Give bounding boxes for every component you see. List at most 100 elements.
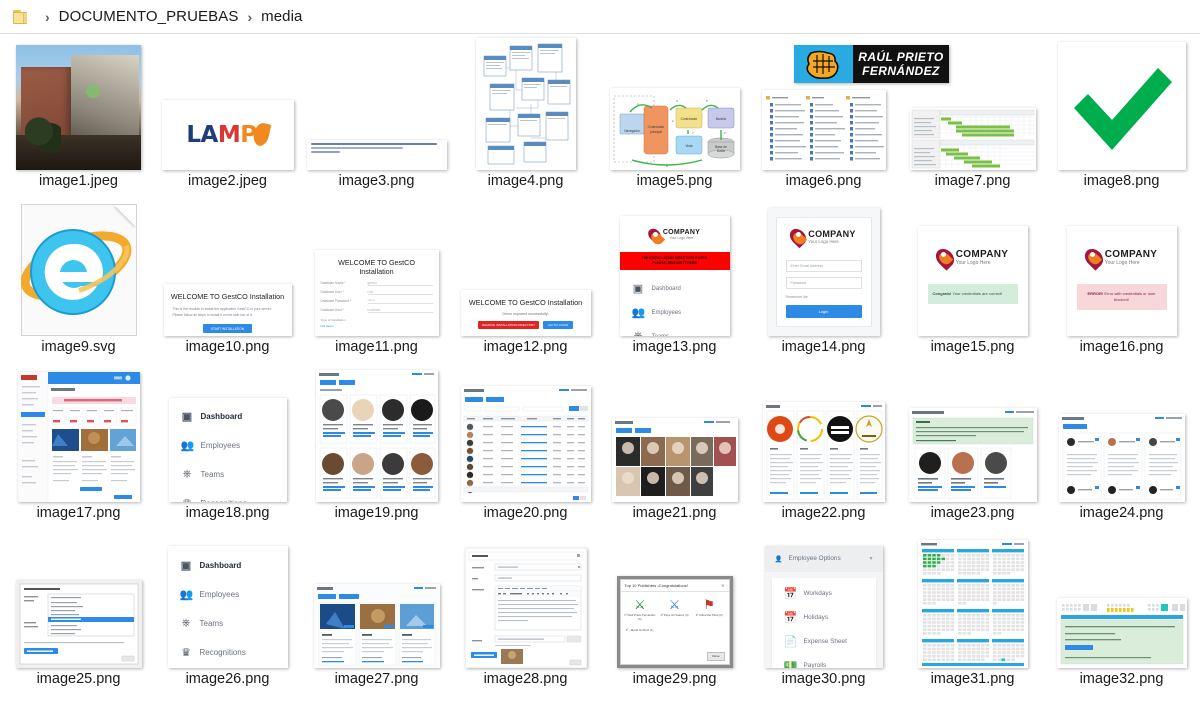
thumbnail-image29[interactable]: Top 10 Publishers ¡Congratulations! ✕ ⚔ … (600, 534, 749, 672)
thumbnail-image1[interactable] (4, 36, 153, 174)
thumbnail-image17[interactable] (4, 368, 153, 506)
file-item-image18[interactable]: ▣ Dashboard 👥 Employees ⎈ Teams ♛ Recogn… (153, 368, 302, 534)
file-item-image12[interactable]: WELCOME TO GestCO Installation Demo impo… (451, 202, 600, 368)
thumbnail-image30[interactable]: 👤 Employee Options ▾ 📅 Workdays 📅 Holida… (749, 534, 898, 672)
file-item-image13[interactable]: COMPANY Your Logo Here THE INSTALLATION … (600, 202, 749, 368)
remember-me-checkbox[interactable]: Remember Me (786, 295, 862, 299)
chevron-down-icon[interactable]: ▾ (869, 555, 872, 562)
login-button[interactable]: Login (786, 305, 862, 318)
options-menu-thumbnail: 👤 Employee Options ▾ 📅 Workdays 📅 Holida… (765, 546, 883, 668)
file-item-image8[interactable]: image8.png (1047, 36, 1196, 202)
thumbnail-image21[interactable] (600, 368, 749, 506)
thumbnail-image20[interactable] (451, 368, 600, 506)
close-icon[interactable]: ✕ (721, 583, 724, 588)
email-field[interactable]: Enter Email Address (786, 260, 862, 272)
file-item-image14[interactable]: COMPANY Your Logo Here Enter Email Addre… (749, 202, 898, 368)
remove-installation-directory-button[interactable]: REMOVE INSTALLATION DIRECTORY (478, 321, 539, 329)
thumbnail-image16[interactable]: COMPANY Your Logo Here ERROR! Error with… (1047, 202, 1196, 340)
installation-directory-warning[interactable]: THE INSTALLATION DIRECTORY EXISTS PLEASE… (620, 252, 730, 271)
thumbnail-image13[interactable]: COMPANY Your Logo Here THE INSTALLATION … (600, 202, 749, 340)
menu-item-workdays: Workdays (804, 590, 832, 597)
file-item-image31[interactable]: image31.png (898, 534, 1047, 700)
menu-item-holidays: Holidays (804, 614, 829, 621)
thumbnail-image3[interactable] (302, 36, 451, 174)
thumbnail-image12[interactable]: WELCOME TO GestCO Installation Demo impo… (451, 202, 600, 340)
thumbnail-image27[interactable] (302, 534, 451, 672)
file-item-image25[interactable]: image25.png (4, 534, 153, 700)
file-item-image4[interactable]: image4.png (451, 36, 600, 202)
news-form-thumbnail (465, 548, 587, 668)
file-label: image13.png (633, 340, 717, 369)
employees-icon: 👥 (181, 439, 194, 452)
file-label: image11.png (335, 340, 418, 369)
file-item-image20[interactable]: image20.png (451, 368, 600, 534)
field-label-db-host: Database Host * (321, 308, 368, 313)
file-label: image28.png (484, 672, 568, 701)
close-button[interactable]: Close (707, 652, 725, 661)
thumbnail-image19[interactable] (302, 368, 451, 506)
file-item-image16[interactable]: COMPANY Your Logo Here ERROR! Error with… (1047, 202, 1196, 368)
file-item-image15[interactable]: COMPANY Your Logo Here Congrats! Your cr… (898, 202, 1047, 368)
file-item-image23[interactable]: image23.png (898, 368, 1047, 534)
file-item-image28[interactable]: image28.png (451, 534, 600, 700)
file-item-image32[interactable]: image32.png (1047, 534, 1196, 700)
employee-options-header: Employee Options (788, 555, 840, 562)
file-item-image21[interactable]: image21.png (600, 368, 749, 534)
file-item-image9[interactable]: image9.svg (4, 202, 153, 368)
file-item-image19[interactable]: image19.png (302, 368, 451, 534)
thumbnail-image18[interactable]: ▣ Dashboard 👥 Employees ⎈ Teams ♛ Recogn… (153, 368, 302, 506)
fourth-place-label: 4º - María Gil Ruiz (1) (621, 623, 729, 637)
sidebar-item-employees-label: Employees (652, 310, 682, 316)
gantt-thumbnail (910, 108, 1036, 170)
file-item-image17[interactable]: image17.png (4, 368, 153, 534)
file-item-image2[interactable]: LAMP Linux Apache MySQL PHP image2.jpeg (153, 36, 302, 202)
install-type-radio[interactable]: Full demo (321, 324, 433, 328)
file-label: image9.svg (41, 340, 115, 369)
trophy-gold-icon: ⚔ (623, 598, 656, 611)
field-value-db-host[interactable]: localhost (368, 308, 433, 313)
file-item-image11[interactable]: WELCOME TO GestCO Installation Database … (302, 202, 451, 368)
field-value-db-name[interactable]: gestco (368, 281, 433, 286)
thumbnail-image28[interactable] (451, 534, 600, 672)
thumbnail-image23[interactable] (898, 368, 1047, 506)
teams-icon: ⎈ (181, 468, 194, 481)
svg-text:Datos: Datos (716, 149, 725, 153)
thumbnail-image22[interactable] (749, 368, 898, 506)
svg-text:Navegador: Navegador (624, 129, 641, 133)
thumbnail-image32[interactable] (1047, 534, 1196, 672)
file-item-image29[interactable]: Top 10 Publishers ¡Congratulations! ✕ ⚔ … (600, 534, 749, 700)
file-item-image10[interactable]: WELCOME TO GestCO Installation This is t… (153, 202, 302, 368)
file-label: image23.png (931, 506, 1015, 535)
file-item-image22[interactable]: image22.png (749, 368, 898, 534)
thumbnail-image5[interactable]: Navegador Controladorprincipal Controlad… (600, 36, 749, 174)
breadcrumb-crumb-documento-pruebas[interactable]: DOCUMENTO_PRUEBAS (59, 8, 239, 25)
thumbnail-image4[interactable] (451, 36, 600, 174)
password-field[interactable]: Password (786, 277, 862, 289)
banner-line-2: FERNÁNDEZ (862, 64, 940, 78)
thumbnail-image15[interactable]: COMPANY Your Logo Here Congrats! Your cr… (898, 202, 1047, 340)
file-item-image26[interactable]: ▣ Dashboard 👥 Employees ⎈ Teams ♛ Recogn… (153, 534, 302, 700)
thumbnail-image10[interactable]: WELCOME TO GestCO Installation This is t… (153, 202, 302, 340)
breadcrumb[interactable]: › DOCUMENTO_PRUEBAS › media (0, 0, 1200, 34)
thumbnail-image11[interactable]: WELCOME TO GestCO Installation Database … (302, 202, 451, 340)
breadcrumb-crumb-media[interactable]: media (261, 8, 302, 25)
thumbnail-image25[interactable] (4, 534, 153, 672)
field-value-db-password[interactable]: ****** (368, 299, 433, 304)
thumbnail-image8[interactable] (1047, 36, 1196, 174)
file-item-image5[interactable]: Navegador Controladorprincipal Controlad… (600, 36, 749, 202)
file-item-image3[interactable]: image3.png (302, 36, 451, 202)
file-item-image30[interactable]: 👤 Employee Options ▾ 📅 Workdays 📅 Holida… (749, 534, 898, 700)
field-label-db-name: Database Name * (321, 281, 368, 286)
thumbnail-image31[interactable] (898, 534, 1047, 672)
file-item-image27[interactable]: image27.png (302, 534, 451, 700)
thumbnail-image9[interactable] (4, 202, 153, 340)
file-item-image1[interactable]: image1.jpeg (4, 36, 153, 202)
thumbnail-image24[interactable] (1047, 368, 1196, 506)
thumbnail-image14[interactable]: COMPANY Your Logo Here Enter Email Addre… (749, 202, 898, 340)
file-item-image24[interactable]: image24.png (1047, 368, 1196, 534)
thumbnail-image2[interactable]: LAMP Linux Apache MySQL PHP (153, 36, 302, 174)
go-to-login-button[interactable]: GO TO LOGIN (543, 321, 573, 329)
field-value-db-user[interactable]: root (368, 290, 433, 295)
start-installation-button[interactable]: START INSTALLATION (203, 324, 252, 333)
thumbnail-image26[interactable]: ▣ Dashboard 👥 Employees ⎈ Teams ♛ Recogn… (153, 534, 302, 672)
